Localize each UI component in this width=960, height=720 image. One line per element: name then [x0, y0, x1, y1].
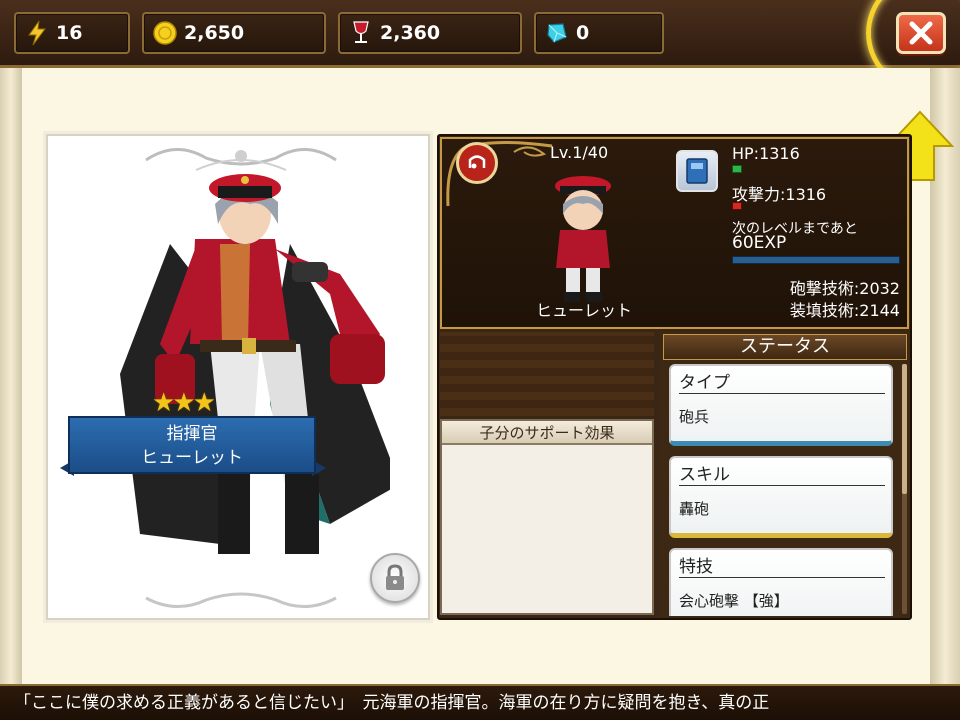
stamina-counter: 16	[14, 12, 130, 54]
attack-bar	[732, 202, 742, 210]
status-skill-value: 轟砲	[679, 500, 710, 518]
class-badge-icon	[456, 142, 498, 184]
gem-counter: 0	[534, 12, 664, 54]
divider	[679, 577, 885, 578]
character-rank: 指揮官	[166, 424, 218, 444]
attack-stat: 攻撃力:1316	[732, 185, 827, 204]
character-portrait	[120, 174, 390, 554]
gem-icon	[544, 20, 570, 46]
book-icon	[686, 158, 708, 184]
artillery-skill-stat: 砲撃技術:2032	[789, 279, 900, 298]
divider	[679, 393, 885, 394]
status-trait-value: 会心砲撃 【強】	[679, 592, 789, 610]
coin-icon	[152, 20, 178, 46]
status-trait-title: 特技	[679, 557, 713, 577]
status-skill-title: スキル	[679, 465, 730, 485]
gem-value: 0	[576, 22, 590, 44]
status-scroll-thumb[interactable]	[902, 364, 907, 494]
description-ticker: 「ここに僕の求める正義があると信じたい」 元海軍の指揮官。海軍の在り方に疑問を抱…	[0, 684, 960, 720]
support-effect-title: 子分のサポート効果	[442, 421, 652, 445]
level-indicator: Lv.1/40	[550, 143, 609, 162]
name-banner: 指揮官 ヒューレット	[68, 416, 316, 474]
wine-value: 2,360	[380, 22, 441, 44]
status-type-title: タイプ	[679, 373, 730, 393]
profile-book-button[interactable]	[676, 150, 718, 192]
close-button[interactable]	[896, 12, 946, 54]
status-list[interactable]: タイプ 砲兵 スキル 轟砲 特技 会心砲撃 【強】	[665, 362, 901, 616]
close-icon	[909, 21, 933, 45]
left-frame	[0, 68, 22, 684]
wine-glass-icon	[348, 20, 374, 46]
lightning-icon	[24, 20, 50, 46]
divider	[679, 485, 885, 486]
hp-bar	[732, 165, 742, 173]
hp-stat: HP:1316	[732, 144, 800, 163]
character-card[interactable]	[46, 134, 430, 620]
status-header: ステータス	[663, 334, 907, 360]
wine-counter: 2,360	[338, 12, 522, 54]
chibi-sprite	[555, 176, 611, 302]
stamina-value: 16	[56, 22, 83, 44]
exp-remaining: 60EXP	[732, 233, 787, 253]
lock-icon	[386, 564, 404, 590]
wood-panel	[440, 332, 654, 416]
ornament-bottom	[145, 592, 337, 609]
gold-counter: 2,650	[142, 12, 326, 54]
gold-value: 2,650	[184, 22, 245, 44]
loading-skill-stat: 装填技術:2144	[789, 301, 900, 320]
status-type-card: タイプ 砲兵	[669, 364, 893, 446]
status-skill-card: スキル 轟砲	[669, 456, 893, 538]
support-effect-panel	[440, 419, 654, 615]
exp-bar	[732, 256, 900, 264]
chibi-name: ヒューレット	[535, 301, 632, 320]
status-trait-card: 特技 会心砲撃 【強】	[669, 548, 893, 616]
rarity-stars: ★★★	[152, 388, 216, 418]
lock-button[interactable]	[370, 553, 420, 603]
status-type-value: 砲兵	[679, 408, 710, 426]
character-name: ヒューレット	[141, 448, 243, 468]
